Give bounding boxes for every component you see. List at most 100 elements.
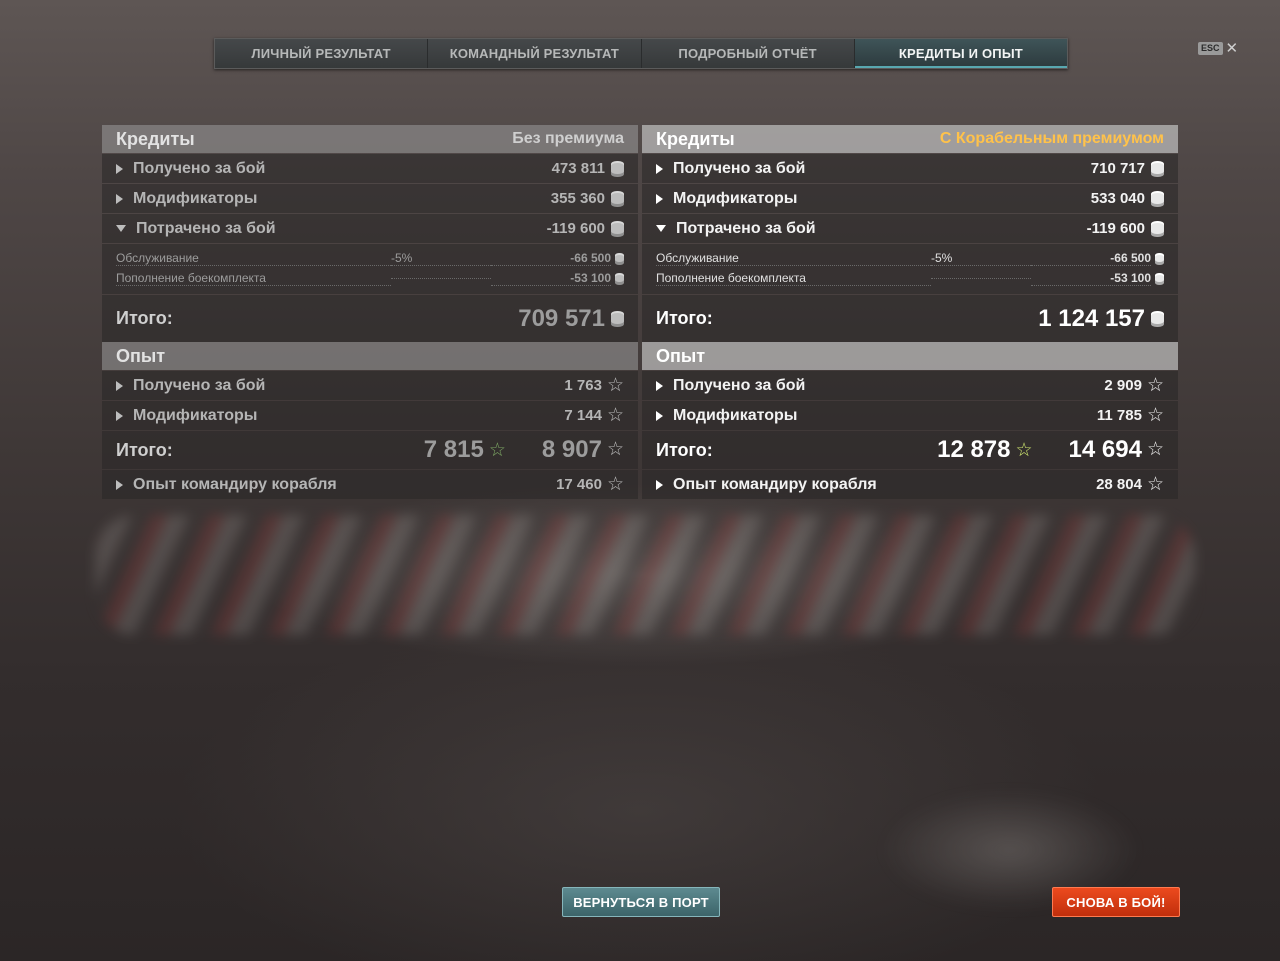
triangle-right-icon: [116, 410, 123, 421]
service-row: Обслуживание -5% -66 500: [642, 248, 1178, 268]
service-label: Обслуживание: [656, 251, 931, 266]
xp-title: Опыт: [656, 345, 706, 366]
service-percent: -5%: [931, 251, 1031, 266]
row-value: 7 144: [564, 407, 602, 424]
total-label: Итого:: [116, 308, 173, 328]
star-icon: ☆: [606, 404, 624, 426]
triangle-right-icon: [116, 479, 123, 490]
tab-bar: ЛИЧНЫЙ РЕЗУЛЬТАТ КОМАНДНЫЙ РЕЗУЛЬТАТ ПОД…: [214, 38, 1068, 69]
triangle-right-icon: [656, 410, 663, 421]
ammo-value: -53 100: [491, 271, 611, 286]
service-value: -66 500: [491, 251, 611, 266]
row-value: 1 763: [564, 377, 602, 394]
ammo-row: Пополнение боекомплекта -53 100: [642, 268, 1178, 288]
star-icon: ☆: [1146, 439, 1164, 460]
credits-total-value: 709 571: [518, 304, 605, 332]
return-to-port-button[interactable]: ВЕРНУТЬСЯ В ПОРТ: [562, 887, 720, 917]
credits-modifiers-row[interactable]: Модификаторы 355 360: [102, 184, 638, 213]
coin-stack-icon: [1151, 223, 1164, 234]
row-value: 533 040: [1090, 190, 1145, 207]
triangle-right-icon: [656, 163, 663, 174]
credits-title: Кредиты: [656, 128, 735, 149]
credits-spent-row[interactable]: Потрачено за бой -119 600: [102, 214, 638, 243]
total-label: Итого:: [116, 439, 173, 460]
panel-without-premium: Кредиты Без премиума Получено за бой 473…: [102, 125, 638, 499]
coin-stack-icon: [611, 223, 624, 234]
battle-again-button[interactable]: СНОВА В БОЙ!: [1052, 887, 1180, 917]
star-icon: ☆: [606, 439, 624, 460]
row-value: 2 909: [1104, 377, 1142, 394]
triangle-down-icon: [116, 225, 126, 232]
ammo-row: Пополнение боекомплекта -53 100: [102, 268, 638, 288]
background-ship: [95, 515, 1195, 635]
xp-modifiers-row[interactable]: Модификаторы 11 785 ☆: [642, 401, 1178, 430]
close-button[interactable]: ESC ✕: [1198, 41, 1238, 56]
xp-earned-row[interactable]: Получено за бой 1 763 ☆: [102, 371, 638, 400]
commander-xp-row[interactable]: Опыт командиру корабля 17 460 ☆: [102, 470, 638, 499]
triangle-right-icon: [116, 193, 123, 204]
credits-subtitle: С Корабельным премиумом: [939, 130, 1164, 147]
coin-stack-icon: [615, 274, 624, 282]
row-label: Потрачено за бой: [136, 219, 276, 237]
coin-stack-icon: [1151, 193, 1164, 204]
credits-modifiers-row[interactable]: Модификаторы 533 040: [642, 184, 1178, 213]
tab-personal-result[interactable]: ЛИЧНЫЙ РЕЗУЛЬТАТ: [215, 39, 429, 68]
credits-spent-row[interactable]: Потрачено за бой -119 600: [642, 214, 1178, 243]
xp-modifiers-row[interactable]: Модификаторы 7 144 ☆: [102, 401, 638, 430]
row-label: Потрачено за бой: [676, 219, 816, 237]
tab-team-result[interactable]: КОМАНДНЫЙ РЕЗУЛЬТАТ: [428, 39, 642, 68]
row-label: Модификаторы: [133, 189, 258, 207]
row-label: Получено за бой: [673, 159, 806, 177]
row-label: Модификаторы: [133, 406, 258, 424]
esc-key-icon: ESC: [1198, 42, 1223, 55]
coin-stack-icon: [1151, 163, 1164, 174]
xp-total-value: 14 694: [1068, 436, 1142, 463]
row-value: 28 804: [1096, 476, 1142, 493]
ammo-value: -53 100: [1031, 271, 1151, 286]
coin-stack-icon: [611, 163, 624, 174]
commander-xp-row[interactable]: Опыт командиру корабля 28 804 ☆: [642, 470, 1178, 499]
row-label: Опыт командиру корабля: [673, 475, 877, 493]
row-value: 11 785: [1096, 407, 1142, 424]
xp-total-value: 8 907: [541, 436, 602, 463]
row-value: 17 460: [556, 476, 602, 493]
total-label: Итого:: [656, 308, 713, 328]
coin-stack-icon: [1151, 313, 1164, 324]
credits-header: Кредиты Без премиума: [102, 125, 638, 153]
ammo-percent: [391, 277, 491, 279]
service-label: Обслуживание: [116, 251, 391, 266]
xp-earned-row[interactable]: Получено за бой 2 909 ☆: [642, 371, 1178, 400]
tab-detailed-report[interactable]: ПОДРОБНЫЙ ОТЧЁТ: [641, 39, 855, 68]
row-value: 710 717: [1090, 160, 1145, 177]
row-label: Модификаторы: [673, 406, 798, 424]
coin-stack-icon: [611, 313, 624, 324]
triangle-down-icon: [656, 225, 666, 232]
star-icon: ☆: [1146, 473, 1164, 495]
service-percent: -5%: [391, 251, 491, 266]
xp-header: Опыт: [102, 342, 638, 370]
credits-earned-row[interactable]: Получено за бой 710 717: [642, 154, 1178, 183]
row-value: 473 811: [551, 160, 605, 177]
credits-header: Кредиты С Корабельным премиумом: [642, 125, 1178, 153]
credits-total-row: Итого: 709 571: [102, 295, 638, 342]
row-value: -119 600: [546, 220, 605, 237]
triangle-right-icon: [656, 193, 663, 204]
free-xp-value: 12 878: [937, 436, 1011, 463]
star-icon: ☆: [606, 374, 624, 396]
row-label: Опыт командиру корабля: [133, 475, 337, 493]
row-value: 355 360: [550, 190, 605, 207]
triangle-right-icon: [656, 380, 663, 391]
service-row: Обслуживание -5% -66 500: [102, 248, 638, 268]
row-label: Получено за бой: [673, 376, 806, 394]
spent-breakdown: Обслуживание -5% -66 500 Пополнение боек…: [642, 244, 1178, 294]
triangle-right-icon: [656, 479, 663, 490]
coin-stack-icon: [1155, 254, 1164, 262]
xp-header: Опыт: [642, 342, 1178, 370]
star-icon: ☆: [1146, 374, 1164, 396]
ammo-label: Пополнение боекомплекта: [116, 271, 391, 286]
ammo-percent: [931, 277, 1031, 279]
tab-credits-and-xp[interactable]: КРЕДИТЫ И ОПЫТ: [854, 39, 1067, 68]
star-icon: ☆: [606, 473, 624, 495]
credits-earned-row[interactable]: Получено за бой 473 811: [102, 154, 638, 183]
credits-total-value: 1 124 157: [1038, 304, 1145, 332]
